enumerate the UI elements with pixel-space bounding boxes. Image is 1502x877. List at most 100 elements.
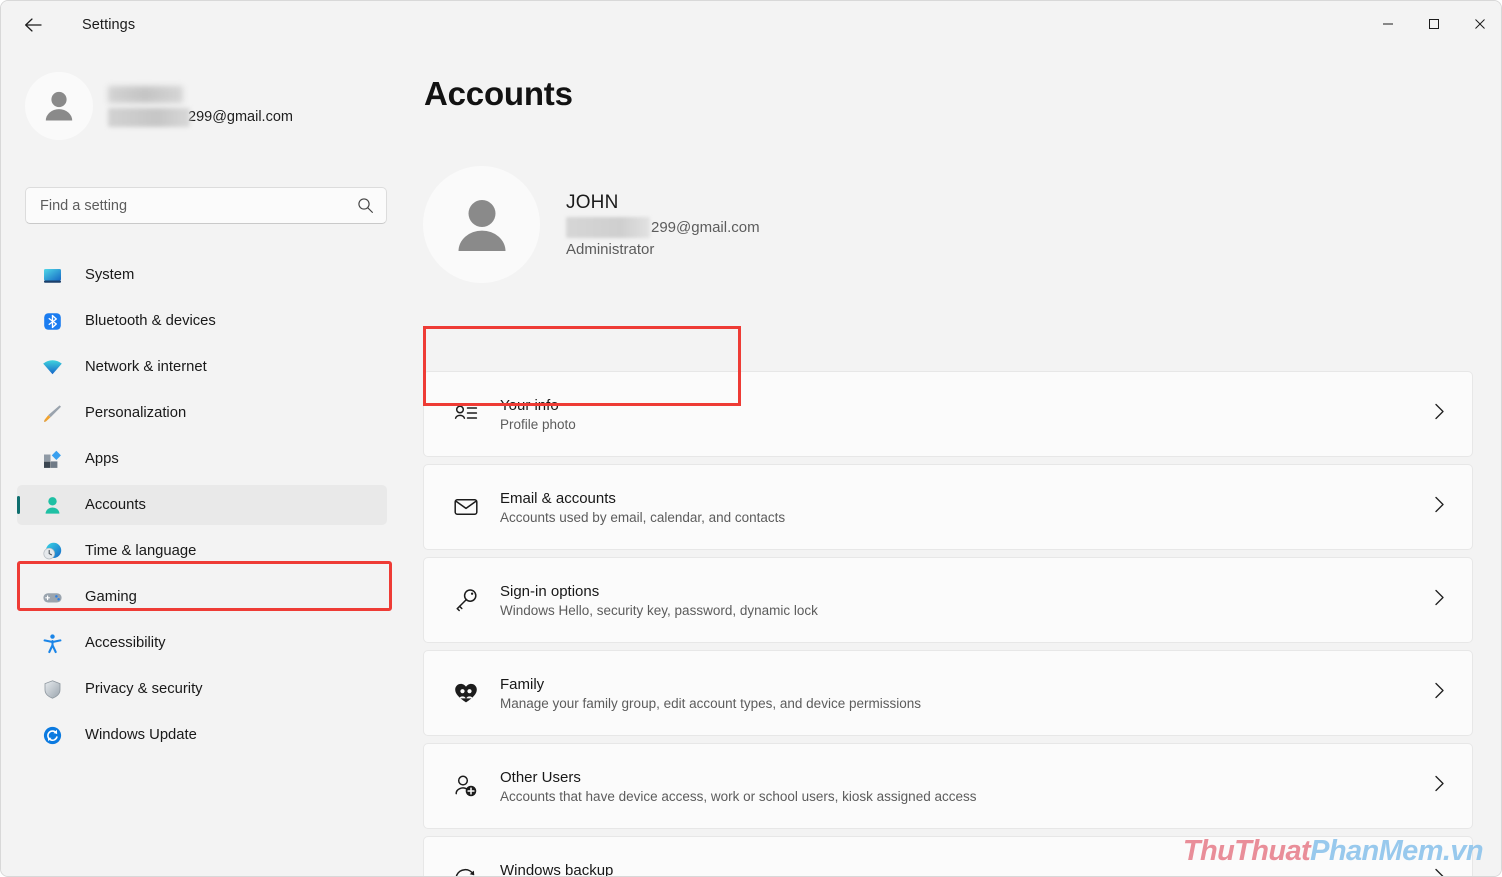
sidebar-item-apps[interactable]: Apps [17, 439, 387, 479]
settings-card-family[interactable]: Family Manage your family group, edit ac… [423, 650, 1473, 736]
sidebar-item-label: Bluetooth & devices [85, 313, 216, 329]
settings-card-title: Sign-in options [500, 582, 600, 600]
settings-card-text: Family Manage your family group, edit ac… [500, 676, 921, 711]
clock-globe-icon [41, 540, 63, 562]
person-avatar-icon [45, 91, 73, 121]
paintbrush-icon [41, 402, 63, 424]
sidebar-item-privacy-security[interactable]: Privacy & security [17, 669, 387, 709]
sidebar-item-label: Time & language [85, 543, 197, 559]
chevron-right-icon[interactable] [1433, 868, 1446, 876]
accessibility-icon [41, 632, 63, 654]
maximize-icon [1429, 19, 1439, 29]
sidebar-item-system[interactable]: System [17, 255, 387, 295]
settings-card-subtitle: Profile photo [500, 416, 576, 432]
settings-card-sign-in-options[interactable]: Sign-in options Windows Hello, security … [423, 557, 1473, 643]
chevron-right-icon[interactable] [1433, 682, 1446, 705]
back-button[interactable] [15, 7, 51, 43]
sidebar-item-time-language[interactable]: Time & language [17, 531, 387, 571]
envelope-icon [452, 493, 480, 521]
sidebar-item-label: Network & internet [85, 359, 207, 375]
settings-card-text: Email & accounts Accounts used by email,… [500, 490, 785, 525]
window-title: Settings [82, 17, 136, 33]
minimize-icon [1383, 23, 1393, 25]
settings-card-title: Email & accounts [500, 489, 616, 507]
settings-card-subtitle: Accounts that have device access, work o… [500, 788, 977, 804]
chevron-right-icon[interactable] [1433, 403, 1446, 426]
settings-card-other-users[interactable]: Other Users Accounts that have device ac… [423, 743, 1473, 829]
settings-card-your-info[interactable]: Your info Profile photo [423, 371, 1473, 457]
gamepad-icon [41, 586, 63, 608]
redacted-name [108, 85, 183, 103]
sidebar: 299@gmail.com Find a setting System Blue… [1, 49, 411, 876]
close-icon [1475, 19, 1485, 29]
update-refresh-icon [41, 724, 63, 746]
settings-card-text: Other Users Accounts that have device ac… [500, 769, 976, 804]
minimize-button[interactable] [1365, 1, 1411, 47]
settings-card-text: Windows backup Back up your files, apps,… [500, 862, 910, 877]
profile-name: JOHN [566, 191, 619, 213]
monitor-icon [41, 264, 63, 286]
contact-card-icon [452, 400, 480, 428]
redacted-email-prefix [566, 216, 650, 238]
search-icon[interactable] [357, 197, 374, 214]
sidebar-item-accessibility[interactable]: Accessibility [17, 623, 387, 663]
person-avatar-icon [458, 199, 505, 251]
sidebar-account-card[interactable]: 299@gmail.com [25, 69, 375, 143]
maximize-button[interactable] [1411, 1, 1457, 47]
settings-card-title: Family [500, 675, 545, 693]
page-title: Accounts [424, 75, 573, 112]
sidebar-nav: System Bluetooth & devices Network & int… [1, 249, 411, 761]
sidebar-account-email: 299@gmail.com [108, 107, 293, 127]
redacted-email-prefix [108, 107, 190, 127]
sidebar-item-label: Accessibility [85, 635, 166, 651]
watermark-part2: PhanMem.vn [1310, 835, 1483, 867]
shield-icon [41, 678, 63, 700]
profile-text: JOHN 299@gmail.com Administrator [566, 192, 760, 258]
family-heart-icon [452, 679, 480, 707]
apps-grid-icon [41, 448, 63, 470]
settings-card-subtitle: Accounts used by email, calendar, and co… [500, 509, 786, 525]
settings-card-email-accounts[interactable]: Email & accounts Accounts used by email,… [423, 464, 1473, 550]
chevron-right-icon[interactable] [1433, 775, 1446, 798]
title-bar: Settings [1, 1, 1501, 49]
sidebar-item-label: System [85, 267, 135, 283]
settings-window: Settings 299@gmail.com Find a setting Sy… [0, 0, 1502, 877]
window-controls [1365, 1, 1501, 47]
sidebar-item-network-internet[interactable]: Network & internet [17, 347, 387, 387]
wifi-icon [41, 356, 63, 378]
watermark-part1: ThuThuat [1182, 835, 1311, 867]
profile-email-suffix: 299@gmail.com [651, 218, 760, 236]
key-icon [452, 586, 480, 614]
chevron-right-icon[interactable] [1433, 589, 1446, 612]
sidebar-email-suffix: 299@gmail.com [188, 109, 293, 125]
settings-card-title: Other Users [500, 768, 581, 786]
sidebar-account-text: 299@gmail.com [108, 85, 293, 127]
close-button[interactable] [1457, 1, 1501, 47]
search-box[interactable] [25, 187, 387, 224]
settings-card-title: Your info [500, 396, 559, 414]
sidebar-item-bluetooth-devices[interactable]: Bluetooth & devices [17, 301, 387, 341]
sidebar-item-gaming[interactable]: Gaming [17, 577, 387, 617]
settings-card-text: Your info Profile photo [500, 397, 576, 432]
settings-card-subtitle: Manage your family group, edit account t… [500, 695, 921, 711]
sidebar-item-label: Gaming [85, 589, 137, 605]
avatar [423, 166, 540, 283]
sidebar-item-label: Windows Update [85, 727, 197, 743]
settings-card-subtitle: Windows Hello, security key, password, d… [500, 602, 818, 618]
search-input[interactable] [40, 197, 357, 214]
chevron-right-icon[interactable] [1433, 496, 1446, 519]
sidebar-item-windows-update[interactable]: Windows Update [17, 715, 387, 755]
sidebar-item-personalization[interactable]: Personalization [17, 393, 387, 433]
sidebar-item-label: Personalization [85, 405, 187, 421]
main-content: Accounts JOHN 299@gmail.com Administrato… [411, 49, 1501, 877]
person-icon [41, 494, 63, 516]
settings-card-text: Sign-in options Windows Hello, security … [500, 583, 818, 618]
settings-card-list: Your info Profile photo Email & accounts… [423, 371, 1483, 877]
profile-email: 299@gmail.com [566, 216, 760, 238]
sidebar-item-accounts[interactable]: Accounts [17, 485, 387, 525]
watermark: ThuThuatPhanMem.vn [1182, 835, 1484, 868]
back-arrow-icon [24, 18, 42, 32]
profile-summary: JOHN 299@gmail.com Administrator [423, 166, 983, 283]
bluetooth-icon [41, 310, 63, 332]
sidebar-item-label: Apps [85, 451, 119, 467]
